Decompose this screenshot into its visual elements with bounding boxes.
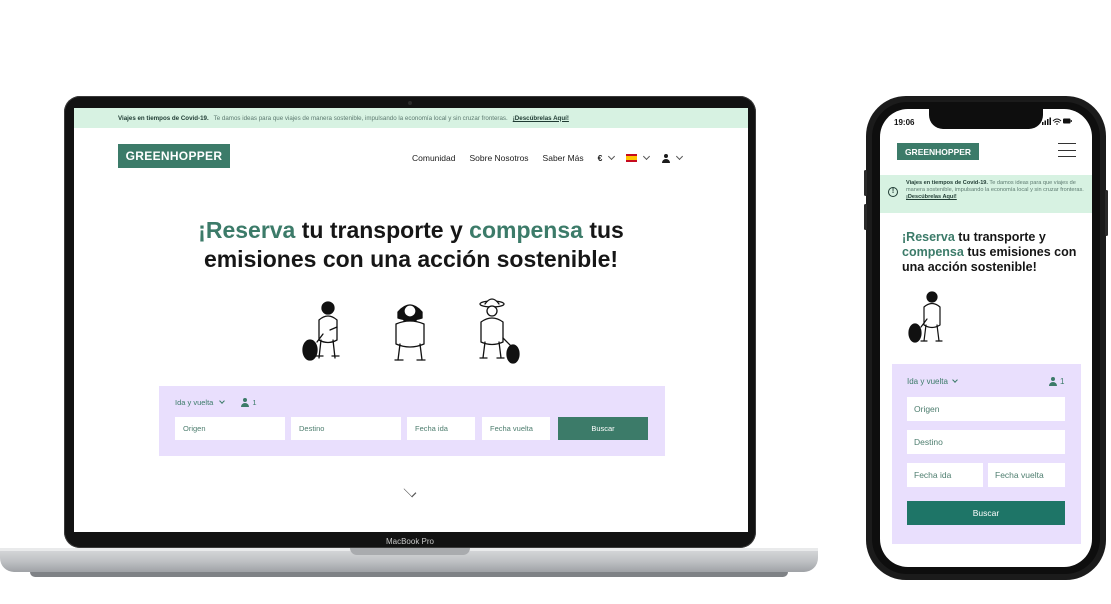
signal-wifi-battery-icon (1042, 117, 1072, 125)
passenger-count: 1 (1060, 377, 1065, 386)
main-nav: Comunidad Sobre Nosotros Saber Más € (412, 152, 694, 164)
phone-volume-up-button (864, 170, 867, 196)
covid-banner: Viajes en tiempos de Covid-19. Te damos … (880, 175, 1092, 213)
trip-type-selector[interactable]: Ida y vuelta (907, 377, 958, 386)
passenger-icon (1048, 377, 1057, 386)
covid-banner-link[interactable]: ¡Descúbrelas Aquí! (906, 194, 957, 200)
scroll-down-icon[interactable] (403, 484, 417, 498)
covid-banner-title: Viajes en tiempos de Covid-19. (906, 180, 988, 186)
laptop-camera (408, 101, 412, 105)
trip-type-label: Ida y vuelta (907, 377, 948, 386)
search-button[interactable]: Buscar (907, 501, 1065, 525)
status-bar-icons (1042, 117, 1072, 127)
laptop-opening-notch (350, 548, 470, 555)
currency-symbol: € (597, 153, 603, 163)
chevron-down-icon (608, 152, 616, 161)
return-date-input[interactable]: Fecha vuelta (988, 463, 1065, 487)
language-selector[interactable] (626, 152, 651, 162)
account-menu[interactable] (661, 152, 684, 163)
traveler-with-camera-figure (394, 304, 426, 361)
hero-accent-reserva: ¡Reserva (902, 230, 955, 244)
hamburger-menu-icon[interactable] (1058, 143, 1076, 157)
status-bar-time: 19:06 (894, 118, 915, 127)
laptop-brand-label: MacBook Pro (385, 537, 435, 546)
trip-type-selector[interactable]: Ida y vuelta 1 (175, 398, 257, 407)
passenger-count: 1 (252, 398, 257, 407)
user-icon (661, 153, 670, 163)
laptop-foot (30, 572, 788, 577)
traveler-illustration (908, 291, 943, 343)
departure-date-input[interactable]: Fecha ida (407, 417, 475, 440)
destination-input[interactable]: Destino (291, 417, 401, 440)
hero-heading: ¡Reserva tu transporte y compensa tus em… (154, 216, 668, 274)
traveler-with-hat-figure (479, 298, 520, 364)
info-icon: ! (888, 187, 898, 197)
trip-type-label: Ida y vuelta (175, 398, 214, 407)
device-mockup-stage: Viajes en tiempos de Covid-19. Te damos … (0, 0, 1111, 604)
hero-accent-compensa: compensa (902, 245, 964, 259)
hero-accent-reserva: ¡Reserva (198, 217, 296, 243)
destination-input[interactable]: Destino (907, 430, 1065, 454)
passenger-selector[interactable]: 1 (240, 398, 257, 407)
hero-text-1: tu transporte y (954, 230, 1046, 244)
search-panel: Ida y vuelta 1 Origen Destino Fecha ida … (892, 364, 1081, 544)
passenger-selector[interactable]: 1 (1048, 377, 1064, 386)
spain-flag-icon (626, 154, 638, 162)
origin-input[interactable]: Origen (175, 417, 285, 440)
search-panel: Ida y vuelta 1 Origen Destino Fecha ida … (159, 386, 665, 456)
travelers-illustration (302, 298, 520, 364)
phone-screen: 19:06 GREENHOPPER Viajes en tiempos de C… (880, 109, 1092, 567)
nav-saber-mas[interactable]: Saber Más (543, 153, 584, 163)
nav-sobre-nosotros[interactable]: Sobre Nosotros (469, 153, 528, 163)
chevron-down-icon (676, 152, 684, 161)
hero-text-1: tu transporte y (295, 217, 470, 243)
traveler-with-bag-figure (302, 301, 340, 361)
phone-power-button (1105, 190, 1108, 236)
greenhopper-logo[interactable]: GREENHOPPER (118, 144, 230, 168)
covid-banner: Viajes en tiempos de Covid-19. Te damos … (74, 108, 748, 128)
covid-banner-link[interactable]: ¡Descúbrelas Aquí! (513, 115, 569, 122)
hero-accent-compensa: compensa (469, 217, 583, 243)
phone-notch (929, 109, 1043, 129)
hero-heading: ¡Reserva tu transporte y compensa tus em… (902, 230, 1082, 275)
covid-banner-title: Viajes en tiempos de Covid-19. (118, 114, 209, 122)
phone-volume-down-button (864, 204, 867, 230)
chevron-down-icon (219, 398, 226, 404)
return-date-input[interactable]: Fecha vuelta (482, 417, 550, 440)
departure-date-input[interactable]: Fecha ida (907, 463, 983, 487)
chevron-down-icon (952, 377, 958, 383)
currency-selector[interactable]: € (597, 152, 616, 163)
laptop-screen: Viajes en tiempos de Covid-19. Te damos … (74, 108, 748, 532)
origin-input[interactable]: Origen (907, 397, 1065, 421)
nav-comunidad[interactable]: Comunidad (412, 153, 455, 163)
passenger-icon (240, 398, 249, 407)
search-button[interactable]: Buscar (558, 417, 648, 440)
chevron-down-icon (643, 152, 651, 161)
covid-banner-message: Te damos ideas para que viajes de manera… (213, 114, 508, 122)
greenhopper-logo[interactable]: GREENHOPPER (897, 143, 979, 160)
